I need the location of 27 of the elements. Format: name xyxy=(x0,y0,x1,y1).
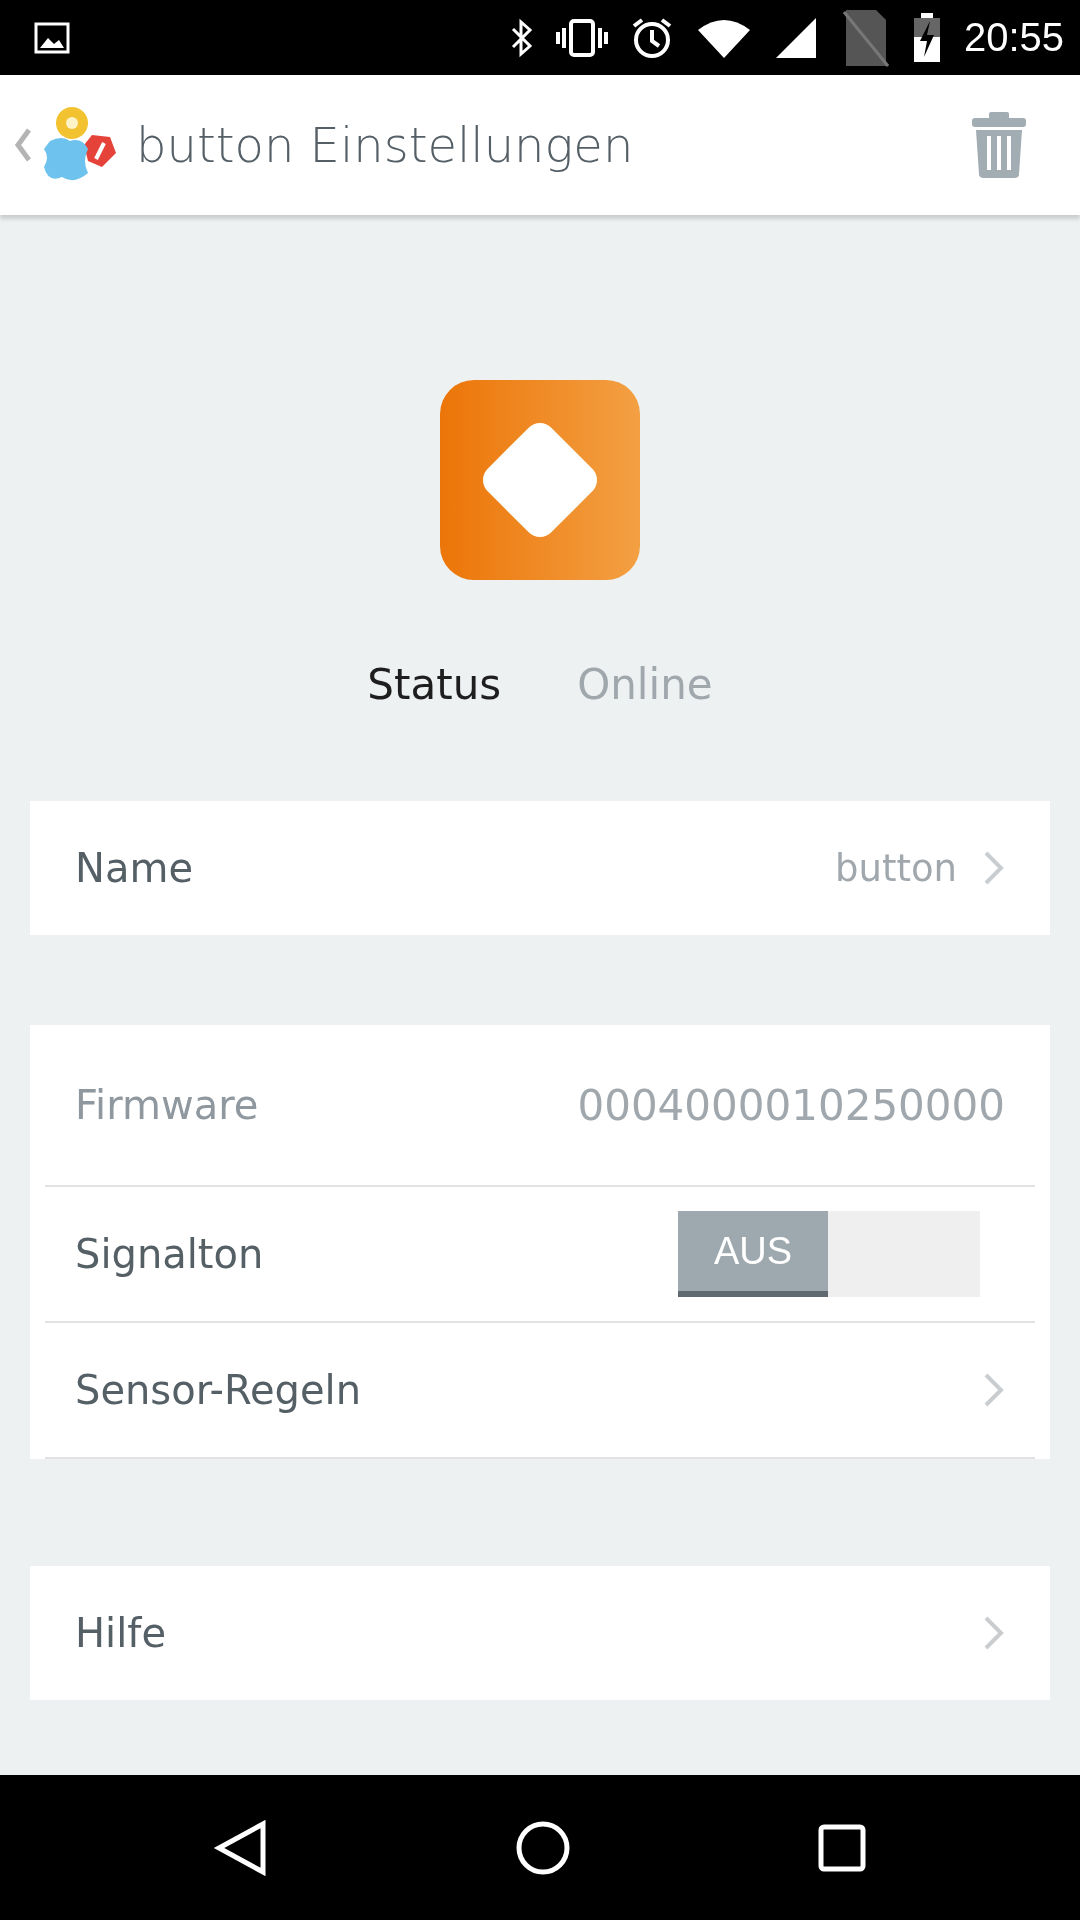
wifi-icon xyxy=(695,17,752,58)
row-label: Sensor-Regeln xyxy=(75,1367,363,1413)
status-label: Status xyxy=(367,660,502,709)
screen-title: button Einstellungen xyxy=(136,117,634,173)
recents-icon[interactable] xyxy=(817,1822,867,1873)
chevron-icon xyxy=(983,1372,1005,1408)
device-icon xyxy=(440,380,640,580)
row-value: 0004000010250000 xyxy=(577,1080,1005,1130)
status-value: Online xyxy=(577,660,713,709)
settings-row[interactable]: Sensor-Regeln xyxy=(45,1323,1035,1459)
row-label: Signalton xyxy=(75,1231,265,1277)
settings-row[interactable]: Hilfe xyxy=(45,1566,1035,1700)
settings-row[interactable]: Name button xyxy=(45,801,1035,935)
bluetooth-icon xyxy=(509,17,534,58)
vibrate-icon xyxy=(555,17,608,58)
row-label: Hilfe xyxy=(75,1610,167,1656)
toggle-knob: AUS xyxy=(678,1211,828,1297)
clock-time: 20:55 xyxy=(963,15,1064,60)
image-icon xyxy=(34,21,70,54)
row-label: Name xyxy=(75,845,194,891)
row-value: button xyxy=(834,846,957,890)
chevron-icon xyxy=(983,1615,1005,1651)
chevron-icon xyxy=(983,850,1005,886)
battery-icon xyxy=(911,12,942,63)
back-icon[interactable] xyxy=(213,1819,269,1876)
home-icon[interactable] xyxy=(515,1819,571,1876)
row-label: Firmware xyxy=(75,1082,260,1128)
